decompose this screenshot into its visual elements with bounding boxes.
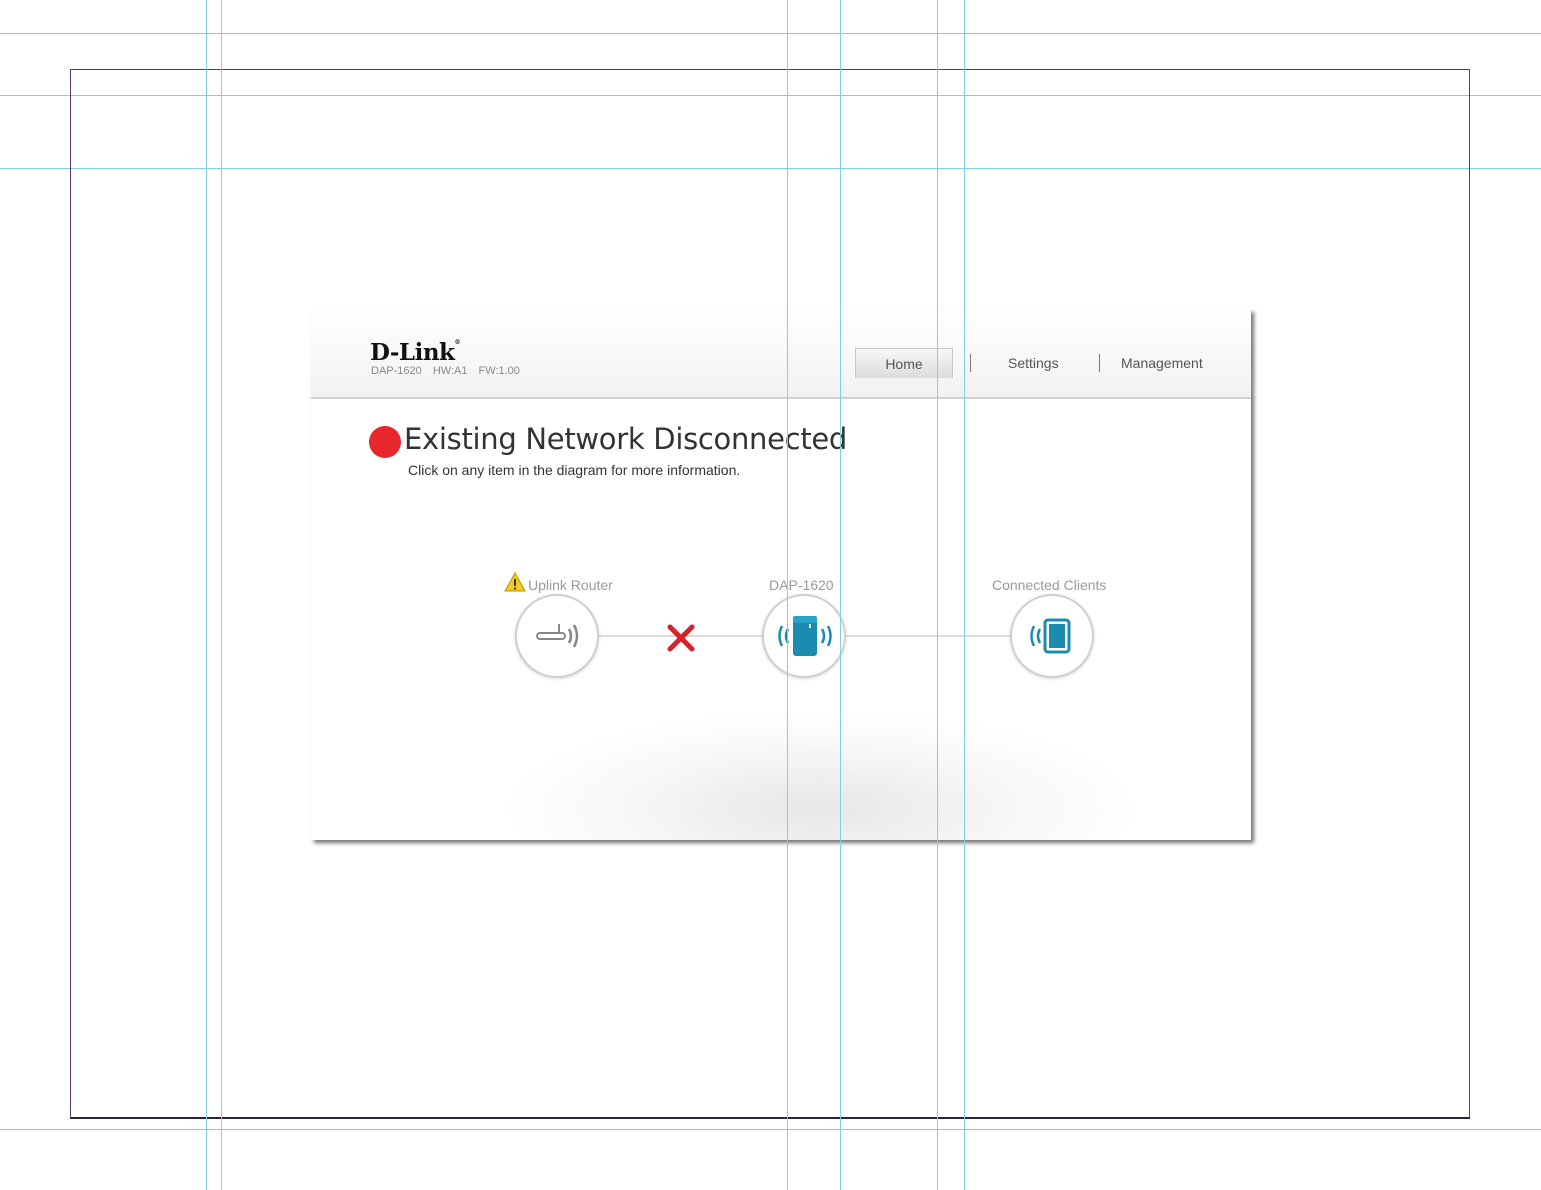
guide-line xyxy=(937,0,938,1190)
connected-clients-label: Connected Clients xyxy=(992,577,1107,593)
guide-line xyxy=(0,1129,1541,1130)
device-label: DAP-1620 xyxy=(769,577,834,593)
guide-line xyxy=(206,0,207,1190)
extender-device-node[interactable] xyxy=(762,594,846,678)
guide-line xyxy=(840,0,841,1190)
extender-icon xyxy=(778,616,832,656)
router-web-ui: D-Link® DAP-1620 HW:A1 FW:1.00 Home Sett… xyxy=(311,309,1251,840)
guide-line xyxy=(964,0,965,1190)
guide-line xyxy=(0,33,1541,34)
uplink-router-node[interactable] xyxy=(515,594,599,678)
guide-line xyxy=(787,0,788,1190)
guide-line xyxy=(221,0,222,1190)
clients-connection-line xyxy=(846,635,1012,637)
connected-clients-node[interactable] xyxy=(1010,594,1094,678)
floor-shadow xyxy=(501,709,1141,840)
network-diagram: Uplink Router DAP-1620 Connected Clients xyxy=(311,309,1251,840)
disconnected-icon xyxy=(667,624,695,652)
uplink-router-label: Uplink Router xyxy=(528,577,613,593)
clients-device-icon xyxy=(1030,618,1071,654)
warning-icon xyxy=(504,572,526,592)
router-icon xyxy=(536,624,579,648)
